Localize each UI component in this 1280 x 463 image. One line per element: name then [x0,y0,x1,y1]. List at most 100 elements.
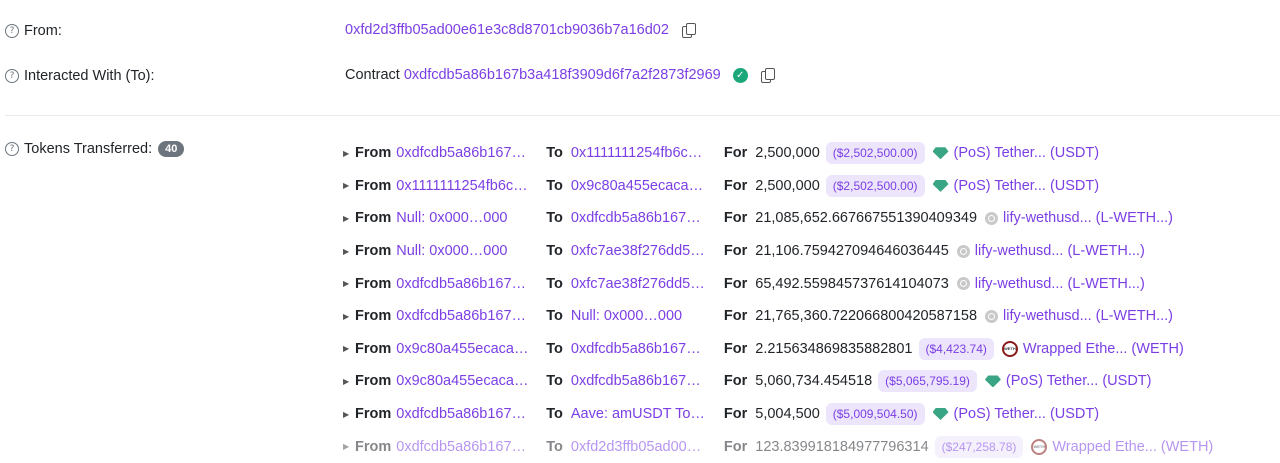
for-label: For [723,243,748,260]
from-label: From [355,438,392,455]
token-name-link[interactable]: lify-wethusd... (L-WETH...) [1003,210,1173,226]
tether-icon [985,375,1001,387]
from-label: From [355,243,392,260]
from-label: From [355,373,392,390]
expand-caret-icon[interactable]: ▶ [343,214,355,223]
weth-icon: WETH [1001,340,1018,357]
from-address-link[interactable]: 0x9c80a455ecaca… [396,341,543,357]
copy-icon[interactable] [681,22,696,38]
to-address-link[interactable]: 0x1111111254fb6c… [571,145,718,161]
to-value-row: Contract 0xdfcdb5a86b167b3a418f3909d6f7a… [345,67,775,83]
for-label: For [723,406,748,423]
from-address-link[interactable]: 0xdfcdb5a86b167… [396,406,543,422]
from-address-link[interactable]: Null: 0x000…000 [396,243,543,259]
token-amount: 21,765,360.722066800420587158 [755,308,978,325]
token-name-link[interactable]: lify-wethusd... (L-WETH...) [975,243,1145,259]
token-transfer-row: ▶ From 0xdfcdb5a86b167… To 0x1111111254fb6c…… [343,137,1213,170]
usd-value-badge: ($4,423.74) [918,337,994,360]
verified-check-icon: ✓ [732,67,748,83]
token-name-link[interactable]: Wrapped Ethe... (WETH) [1052,439,1213,455]
help-icon[interactable]: ? [5,24,19,38]
from-address-link[interactable]: 0x9c80a455ecaca… [396,373,543,389]
token-name-link[interactable]: (PoS) Tether... (USDT) [1006,373,1152,389]
for-label: For [723,145,748,162]
to-label: To [546,177,563,194]
token-name-link[interactable]: lify-wethusd... (L-WETH...) [1003,308,1173,324]
for-label: For [723,373,748,390]
from-address-link[interactable]: 0x1111111254fb6c… [396,178,543,194]
to-address-link[interactable]: Null: 0x000…000 [571,308,718,324]
to-label: To [546,308,563,325]
help-icon[interactable]: ? [5,142,19,156]
lify-icon [985,309,999,323]
from-address-link[interactable]: 0xdfcdb5a86b167… [396,308,543,324]
lify-icon [956,244,970,258]
from-address-link[interactable]: Null: 0x000…000 [396,210,543,226]
from-label-row: ? From: [5,23,62,39]
contract-prefix: Contract [345,67,400,83]
token-amount: 65,492.559845737614104073 [755,275,949,292]
to-address-link[interactable]: 0xdfcdb5a86b167… [571,373,718,389]
to-address-link[interactable]: 0xdfcdb5a86b167… [571,341,718,357]
token-transfer-row: ▶ From 0xdfcdb5a86b167… To Null: 0x000…000 Fo… [343,300,1213,333]
tokens-label-row: ? Tokens Transferred: 40 [5,141,185,157]
usd-value-badge: ($2,502,500.00) [825,174,925,197]
from-label: From [355,210,392,227]
to-label: Interacted With (To): [24,68,155,84]
to-label: To [546,210,563,227]
token-name-link[interactable]: (PoS) Tether... (USDT) [954,145,1100,161]
token-name-link[interactable]: (PoS) Tether... (USDT) [954,406,1100,422]
to-label-row: ? Interacted With (To): [5,68,155,84]
tether-icon [933,408,949,420]
token-transfer-list: ▶ From 0xdfcdb5a86b167… To 0x1111111254fb6c…… [343,137,1213,463]
expand-caret-icon[interactable]: ▶ [343,312,355,321]
tether-icon [933,180,949,192]
to-address-link[interactable]: 0xdfcdb5a86b167… [571,210,718,226]
to-address-link[interactable]: 0xfc7ae38f276dd5… [571,243,718,259]
usd-value-badge: ($5,009,504.50) [825,403,925,426]
token-transfer-row: ▶ From 0xdfcdb5a86b167… To Aave: amUSDT To… F… [343,398,1213,431]
expand-caret-icon[interactable]: ▶ [343,181,355,190]
to-label: To [546,145,563,162]
to-label: To [546,243,563,260]
token-transfer-row: ▶ From 0xdfcdb5a86b167… To 0xfc7ae38f276dd5…… [343,267,1213,300]
usd-value-badge: ($5,065,795.19) [878,370,977,393]
to-address-link[interactable]: 0xfc7ae38f276dd5… [571,276,718,292]
expand-caret-icon[interactable]: ▶ [343,442,355,451]
to-address-link[interactable]: Aave: amUSDT To… [571,406,718,422]
token-transfer-row: ▶ From 0x1111111254fb6c… To 0x9c80a455ecaca…… [343,170,1213,203]
expand-caret-icon[interactable]: ▶ [343,410,355,419]
help-icon[interactable]: ? [5,69,19,83]
to-address-link[interactable]: 0xfd2d3ffb05ad00… [571,439,718,455]
token-name-link[interactable]: (PoS) Tether... (USDT) [954,178,1100,194]
to-label: To [546,373,563,390]
to-label: To [546,406,563,423]
expand-caret-icon[interactable]: ▶ [343,344,355,353]
expand-caret-icon[interactable]: ▶ [343,279,355,288]
usd-value-badge: ($247,258.78) [934,435,1024,458]
from-address-link[interactable]: 0xdfcdb5a86b167… [396,145,543,161]
to-label: To [546,340,563,357]
usd-value-badge: ($2,502,500.00) [825,142,925,165]
divider [5,115,1280,116]
token-amount: 5,004,500 [755,406,820,423]
token-transfer-row: ▶ From Null: 0x000…000 To 0xfc7ae38f276dd5… F… [343,235,1213,268]
tokens-count-badge: 40 [158,141,185,157]
from-address-link[interactable]: 0xdfcdb5a86b167… [396,439,543,455]
token-transfer-row: ▶ From Null: 0x000…000 To 0xdfcdb5a86b167… Fo… [343,202,1213,235]
token-name-link[interactable]: lify-wethusd... (L-WETH...) [975,276,1145,292]
expand-caret-icon[interactable]: ▶ [343,149,355,158]
copy-icon[interactable] [760,67,775,83]
token-name-link[interactable]: Wrapped Ethe... (WETH) [1023,341,1184,357]
token-amount: 2.215634869835882801 [755,340,913,357]
contract-address-link[interactable]: 0xdfcdb5a86b167b3a418f3909d6f7a2f2873f29… [404,67,721,83]
from-address-link[interactable]: 0xfd2d3ffb05ad00e61e3c8d8701cb9036b7a16d… [345,22,669,38]
token-transfer-row: ▶ From 0xdfcdb5a86b167… To 0xfd2d3ffb05ad00…… [343,430,1213,463]
from-address-link[interactable]: 0xdfcdb5a86b167… [396,276,543,292]
expand-caret-icon[interactable]: ▶ [343,247,355,256]
for-label: For [723,438,748,455]
token-amount: 5,060,734.454518 [755,373,873,390]
from-label: From: [24,23,62,39]
expand-caret-icon[interactable]: ▶ [343,377,355,386]
to-address-link[interactable]: 0x9c80a455ecaca… [571,178,718,194]
